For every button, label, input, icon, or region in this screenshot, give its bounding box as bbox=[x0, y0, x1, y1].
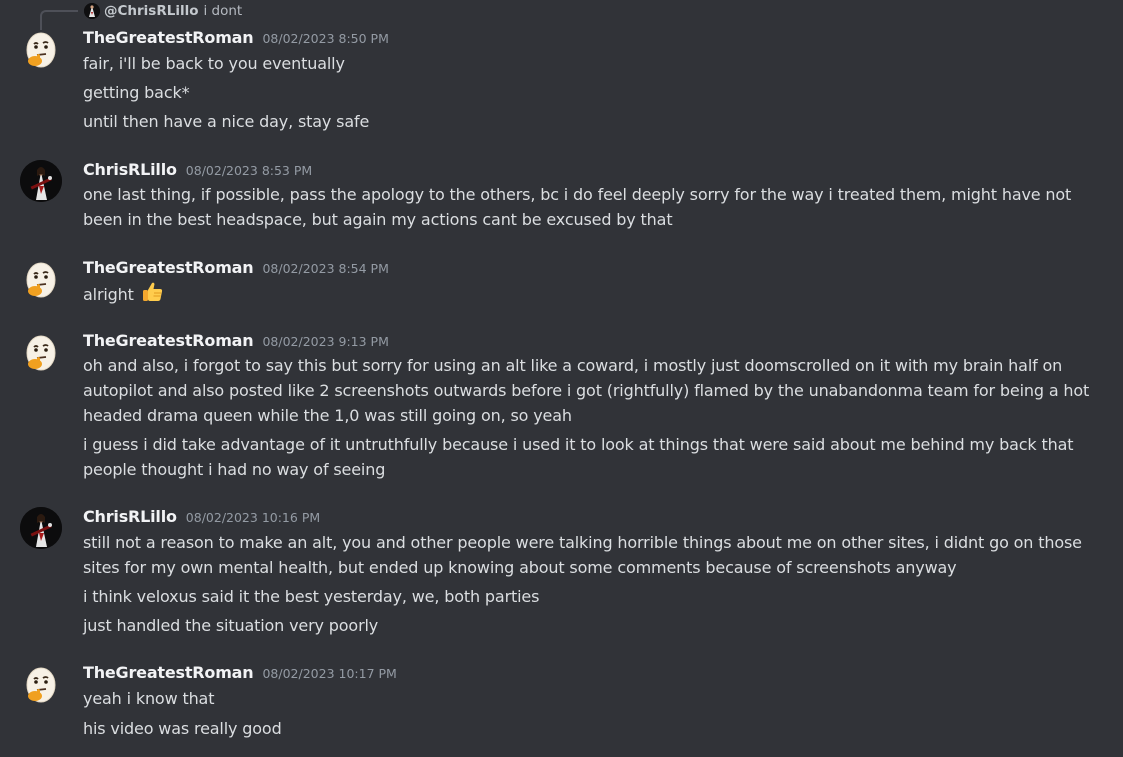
username[interactable]: TheGreatestRoman bbox=[83, 663, 254, 682]
timestamp[interactable]: 08/02/2023 8:50 PM bbox=[262, 31, 388, 46]
timestamp[interactable]: 08/02/2023 9:13 PM bbox=[262, 334, 388, 349]
message-text: just handled the situation very poorly bbox=[83, 616, 379, 635]
egg-thinking-avatar[interactable] bbox=[20, 28, 62, 70]
message-header: TheGreatestRoman 08/02/2023 8:50 PM bbox=[83, 28, 389, 47]
username[interactable]: TheGreatestRoman bbox=[83, 258, 254, 277]
timestamp[interactable]: 08/02/2023 10:17 PM bbox=[262, 666, 396, 681]
username[interactable]: ChrisRLillo bbox=[83, 160, 177, 179]
timestamp[interactable]: 08/02/2023 8:53 PM bbox=[186, 163, 312, 178]
chat-log: @ChrisRLillo i dont TheGreatestRoman 08/… bbox=[0, 0, 1123, 757]
message-row: alright bbox=[83, 280, 1113, 311]
message-header: ChrisRLillo 08/02/2023 8:53 PM bbox=[83, 160, 312, 179]
egg-thinking-avatar[interactable] bbox=[20, 258, 62, 300]
reply-spine bbox=[40, 10, 78, 30]
username[interactable]: TheGreatestRoman bbox=[83, 28, 254, 47]
message-header: TheGreatestRoman 08/02/2023 9:13 PM bbox=[83, 331, 389, 350]
egg-thinking-avatar[interactable] bbox=[20, 663, 62, 705]
message-text: fair, i'll be back to you eventually bbox=[83, 54, 345, 73]
message-text: until then have a nice day, stay safe bbox=[83, 112, 370, 131]
reply-reference[interactable]: @ChrisRLillo i dont bbox=[84, 1, 242, 21]
guitarist-avatar[interactable] bbox=[20, 507, 62, 549]
message-header: TheGreatestRoman 08/02/2023 10:17 PM bbox=[83, 663, 397, 682]
message-text: i guess i did take advantage of it untru… bbox=[83, 435, 1074, 479]
reply-text[interactable]: i dont bbox=[204, 3, 243, 19]
message-text: oh and also, i forgot to say this but so… bbox=[83, 356, 1090, 425]
username[interactable]: TheGreatestRoman bbox=[83, 331, 254, 350]
message-text: yeah i know that bbox=[83, 689, 215, 708]
message-header: ChrisRLillo 08/02/2023 10:16 PM bbox=[83, 507, 320, 526]
username[interactable]: ChrisRLillo bbox=[83, 507, 177, 526]
message-text: i think veloxus said it the best yesterd… bbox=[83, 587, 540, 606]
thumbs-up-icon[interactable] bbox=[141, 280, 165, 311]
guitarist-avatar[interactable] bbox=[20, 160, 62, 202]
message-text: still not a reason to make an alt, you a… bbox=[83, 533, 1082, 577]
timestamp[interactable]: 08/02/2023 8:54 PM bbox=[262, 261, 388, 276]
message-text: alright bbox=[83, 285, 134, 304]
message-text: getting back* bbox=[83, 83, 190, 102]
timestamp[interactable]: 08/02/2023 10:16 PM bbox=[186, 510, 320, 525]
reply-mention[interactable]: @ChrisRLillo bbox=[104, 3, 199, 19]
message-header: TheGreatestRoman 08/02/2023 8:54 PM bbox=[83, 258, 389, 277]
message-text: his video was really good bbox=[83, 719, 282, 738]
message-text: one last thing, if possible, pass the ap… bbox=[83, 185, 1072, 229]
egg-thinking-avatar[interactable] bbox=[20, 331, 62, 373]
reply-avatar bbox=[84, 3, 100, 19]
